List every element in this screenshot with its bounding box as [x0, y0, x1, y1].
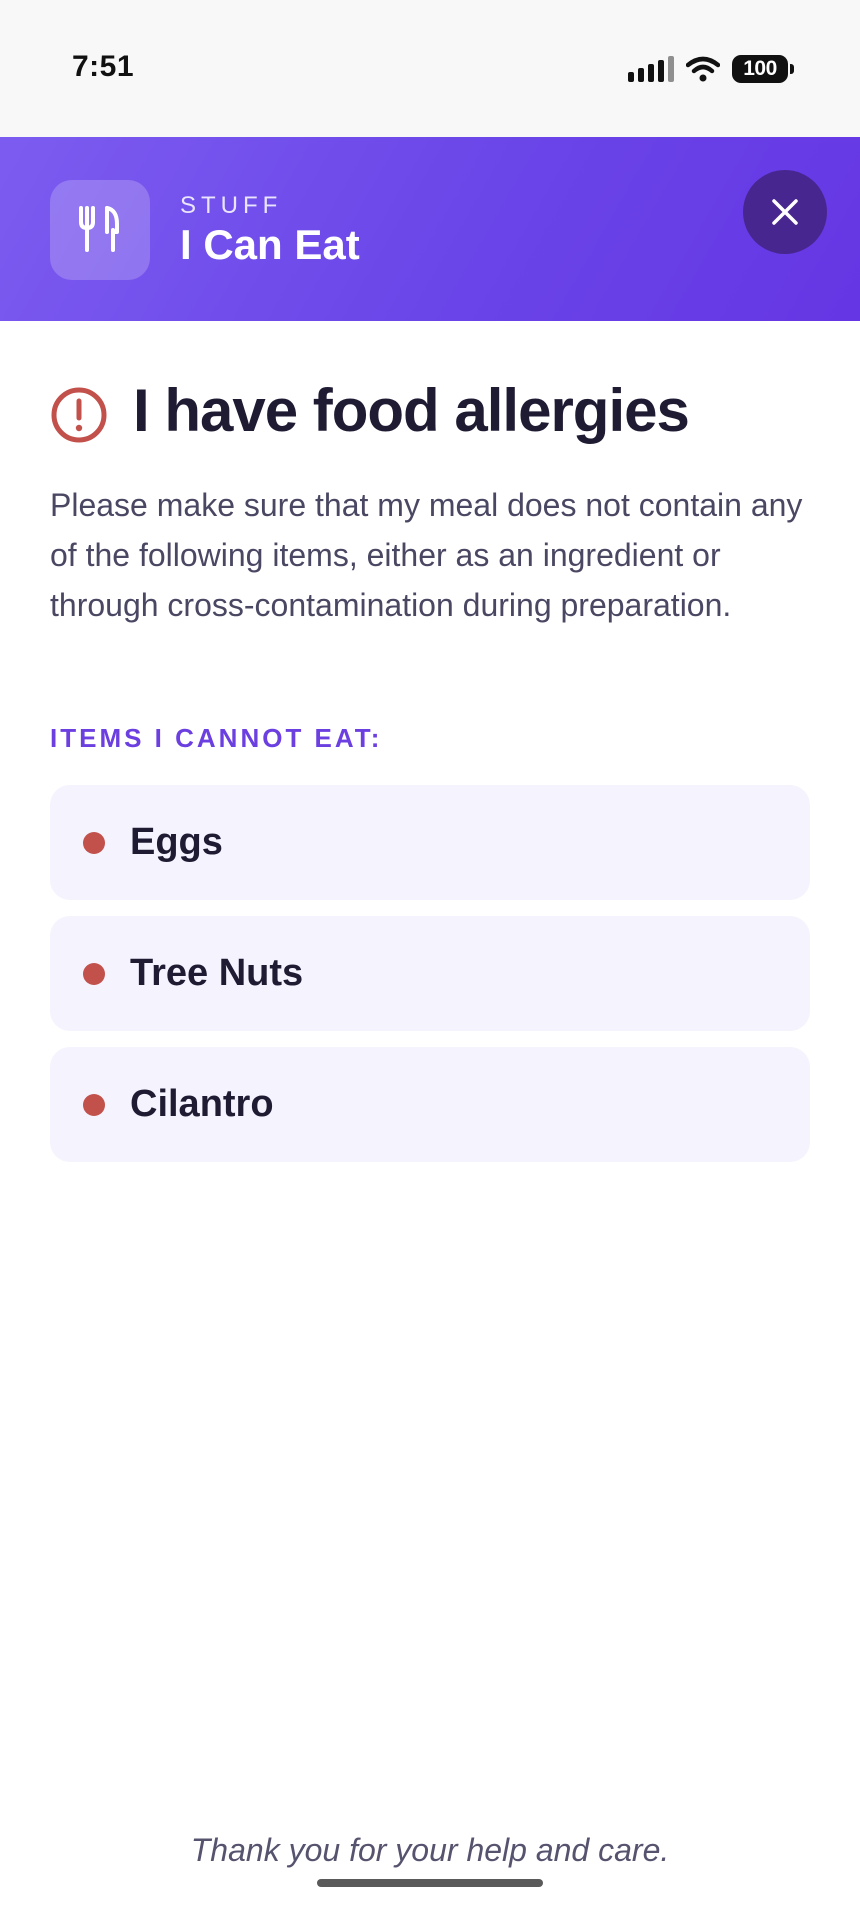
app-title: I Can Eat [180, 221, 360, 268]
home-indicator[interactable] [317, 1879, 543, 1887]
allergy-description: Please make sure that my meal does not c… [50, 487, 803, 623]
bullet-dot-icon [83, 832, 105, 854]
cellular-signal-icon [628, 56, 674, 82]
page-title: I have food allergies [133, 377, 690, 444]
footer-message: Thank you for your help and care. [190, 1832, 670, 1868]
close-icon [772, 199, 798, 225]
alert-circle-icon [51, 387, 107, 443]
app-subtitle: STUFF [180, 192, 283, 219]
allergy-item-label: Tree Nuts [130, 952, 304, 994]
status-icons: 100 [628, 52, 794, 86]
app-logo [50, 180, 150, 280]
allergy-item-list: Eggs Tree Nuts Cilantro [50, 785, 810, 1178]
status-time: 7:51 [72, 50, 135, 83]
allergy-item: Eggs [50, 785, 810, 900]
allergy-item-label: Cilantro [130, 1083, 274, 1125]
app-header: STUFF I Can Eat [0, 137, 860, 321]
allergy-item: Cilantro [50, 1047, 810, 1162]
section-label: ITEMS I CANNOT EAT: [50, 723, 383, 753]
bullet-dot-icon [83, 1094, 105, 1116]
battery-level: 100 [743, 57, 777, 80]
status-bar: 7:51 100 [0, 0, 860, 137]
bullet-dot-icon [83, 963, 105, 985]
battery-icon: 100 [732, 55, 794, 83]
close-button[interactable] [743, 170, 827, 254]
allergy-item: Tree Nuts [50, 916, 810, 1031]
wifi-icon [686, 56, 720, 82]
fork-knife-icon [79, 206, 119, 252]
allergy-item-label: Eggs [130, 821, 223, 863]
